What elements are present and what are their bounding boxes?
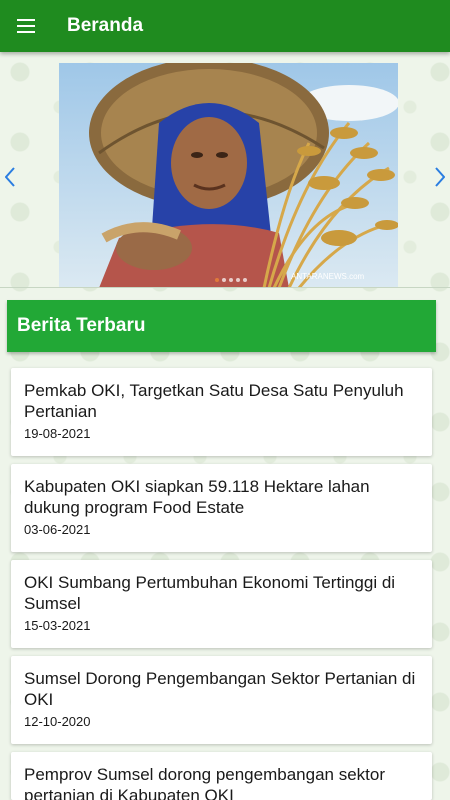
news-card[interactable]: OKI Sumbang Pertumbuhan Ekonomi Tertingg…	[11, 560, 432, 648]
divider	[0, 287, 450, 288]
news-photo[interactable]: ANTARANEWS.com	[59, 63, 398, 288]
news-card[interactable]: Pemkab OKI, Targetkan Satu Desa Satu Pen…	[11, 368, 432, 456]
news-card[interactable]: Sumsel Dorong Pengembangan Sektor Pertan…	[11, 656, 432, 744]
farmer-harvest-photo: ANTARANEWS.com	[59, 63, 398, 288]
news-title: Pemkab OKI, Targetkan Satu Desa Satu Pen…	[24, 381, 404, 421]
image-carousel[interactable]: ANTARANEWS.com	[0, 52, 450, 288]
news-date: 03-06-2021	[24, 522, 91, 537]
news-date: 15-03-2021	[24, 618, 91, 633]
news-card[interactable]: Pemprov Sumsel dorong pengembangan sekto…	[11, 752, 432, 800]
svg-text:ANTARANEWS.com: ANTARANEWS.com	[291, 272, 365, 281]
news-title: Sumsel Dorong Pengembangan Sektor Pertan…	[24, 669, 416, 709]
menu-button[interactable]	[0, 0, 52, 52]
menu-icon	[17, 19, 35, 33]
news-title: Pemprov Sumsel dorong pengembangan sekto…	[24, 765, 385, 800]
carousel-next-button[interactable]	[430, 164, 450, 190]
news-date: 19-08-2021	[24, 426, 91, 441]
app-bar: Beranda	[0, 0, 450, 52]
section-header-berita-terbaru: Berita Terbaru	[7, 300, 436, 352]
page-title: Beranda	[67, 15, 144, 36]
news-card[interactable]: Kabupaten OKI siapkan 59.118 Hektare lah…	[11, 464, 432, 552]
chevron-left-icon	[5, 167, 15, 187]
carousel-prev-button[interactable]	[0, 164, 20, 190]
news-title: Kabupaten OKI siapkan 59.118 Hektare lah…	[24, 477, 370, 517]
news-date: 12-10-2020	[24, 714, 91, 729]
news-title: OKI Sumbang Pertumbuhan Ekonomi Tertingg…	[24, 573, 396, 613]
chevron-right-icon	[435, 167, 445, 187]
